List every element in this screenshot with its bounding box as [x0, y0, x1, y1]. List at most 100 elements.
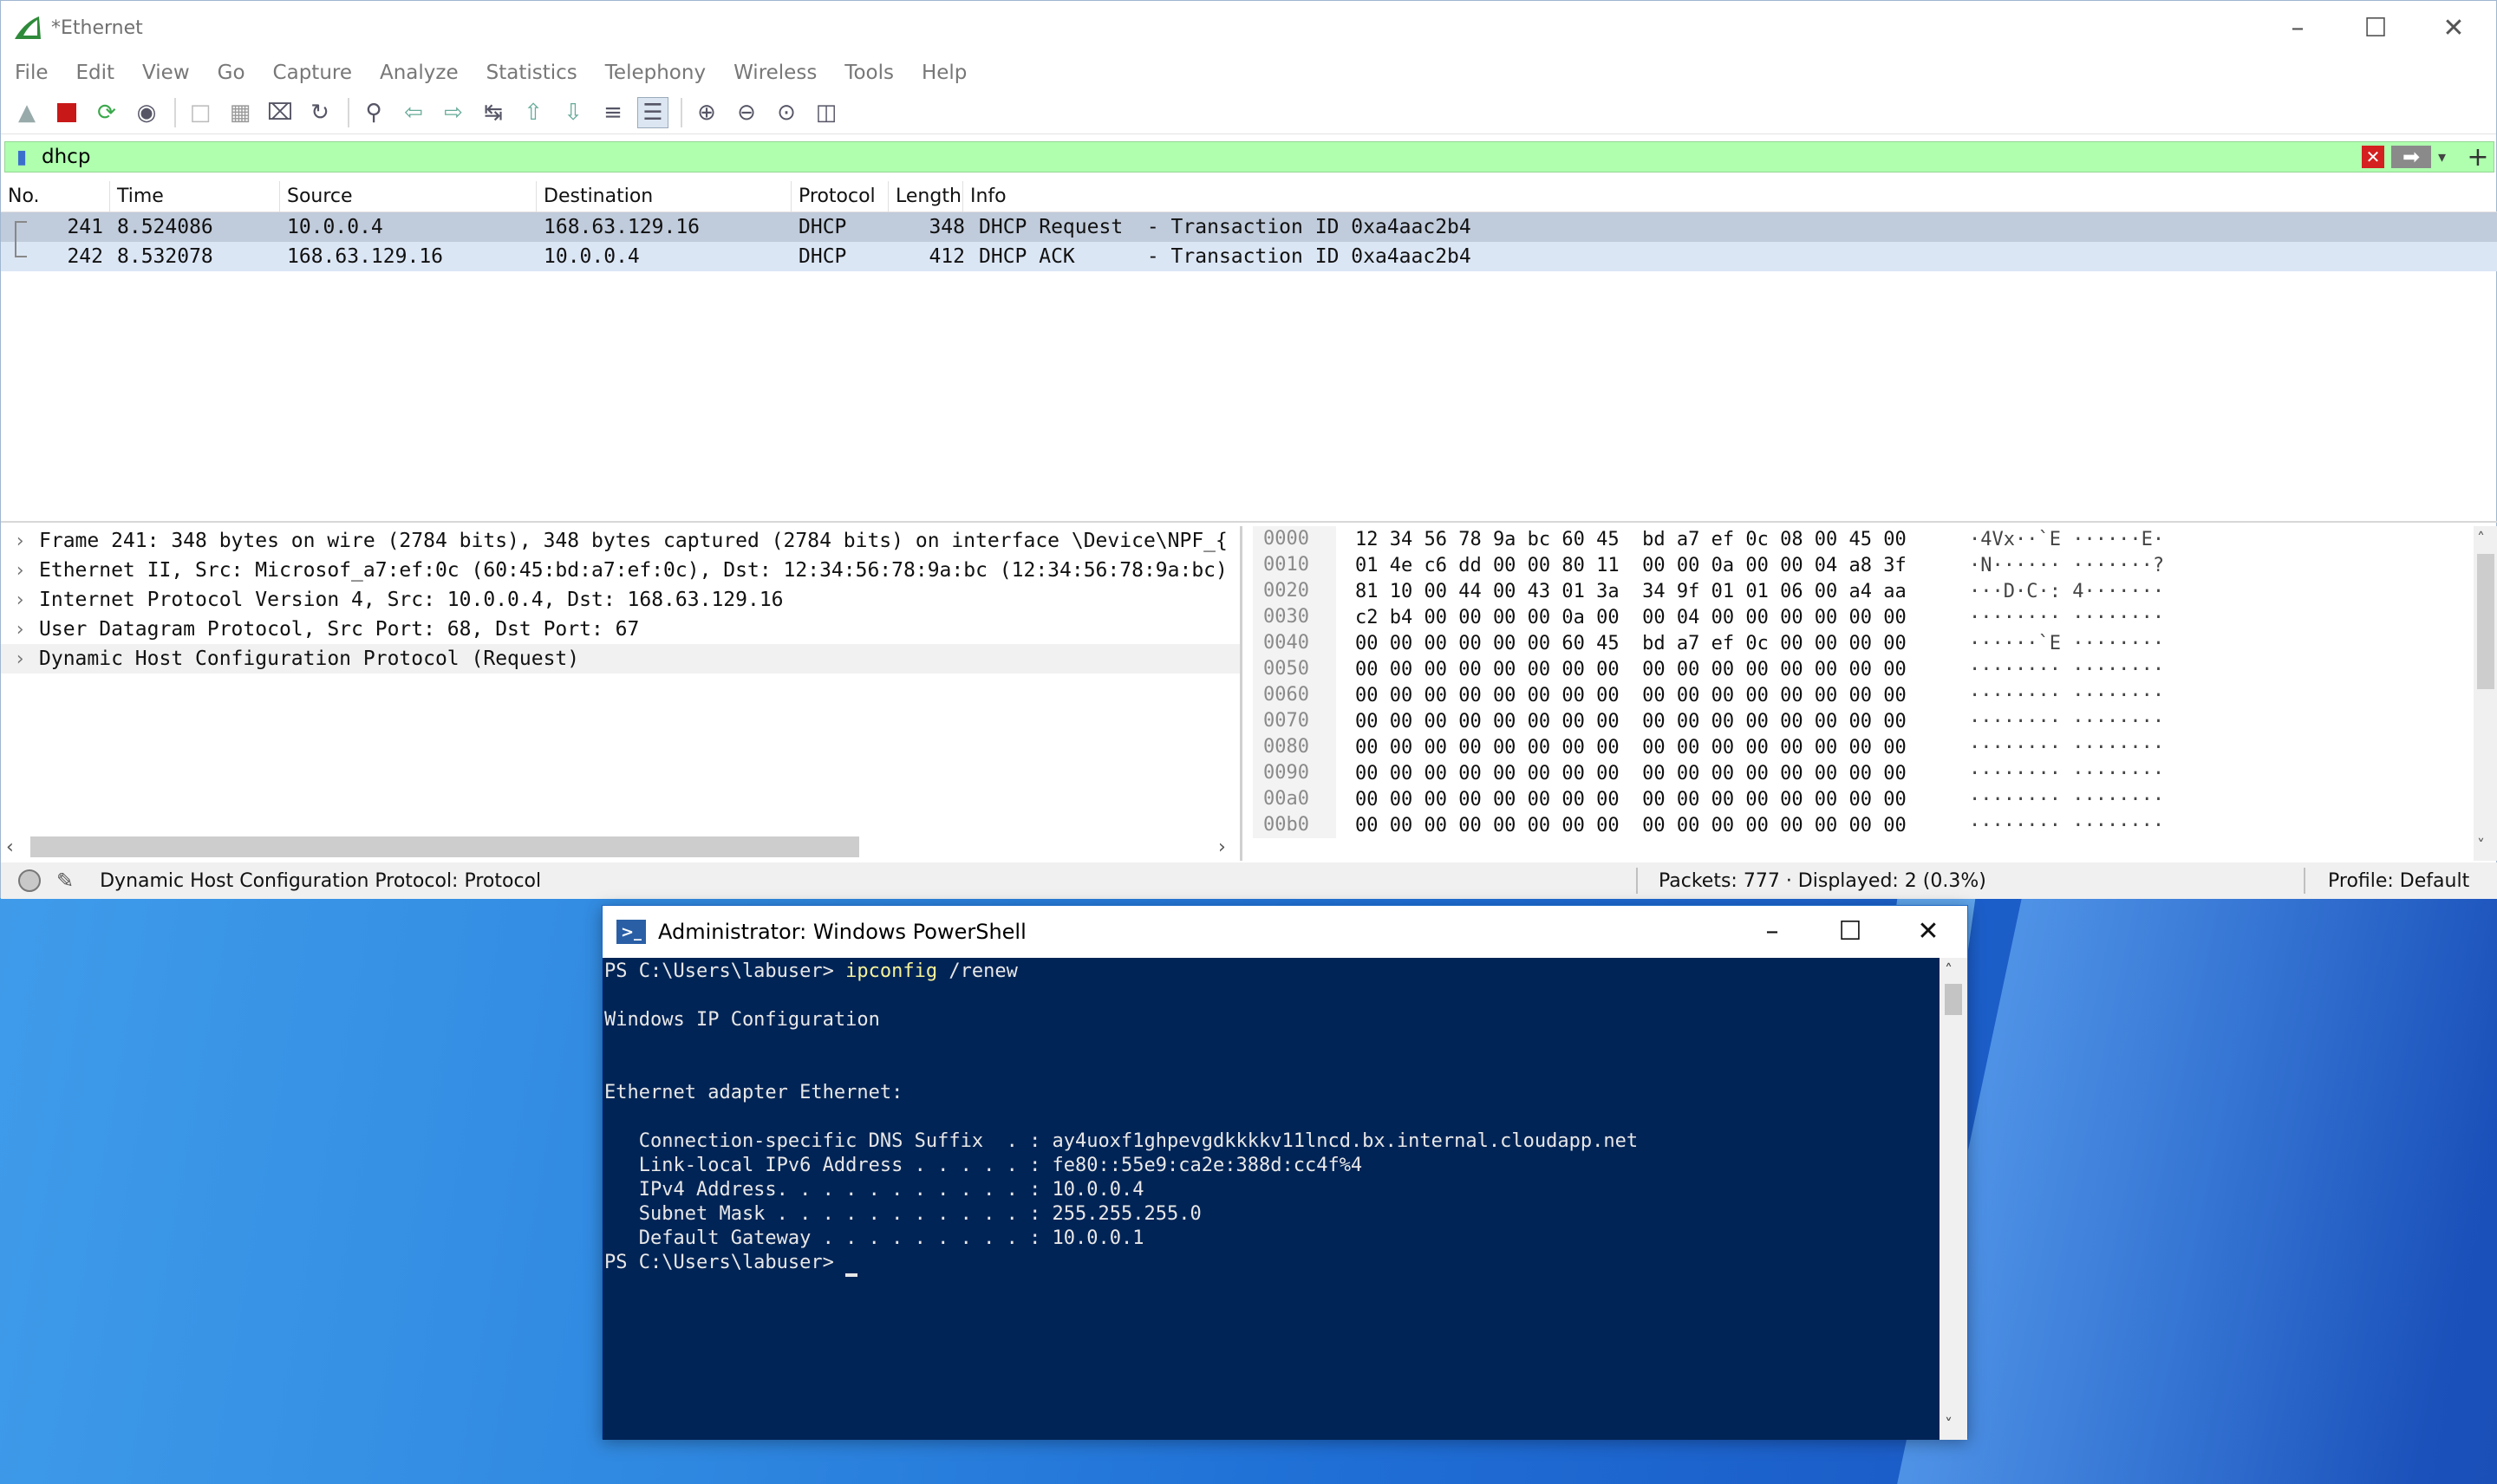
- menu-file[interactable]: File: [15, 62, 49, 84]
- byte-ascii: ········ ········: [1969, 762, 2165, 784]
- packet-info: DHCP Request - Transaction ID 0xa4aac2b4: [979, 216, 1471, 238]
- find-packet-icon[interactable]: ⚲: [358, 97, 389, 128]
- status-field-text: Dynamic Host Configuration Protocol: Pro…: [100, 869, 542, 892]
- apply-filter-icon[interactable]: ➡: [2391, 145, 2431, 169]
- scrollbar-thumb[interactable]: [2477, 554, 2494, 689]
- bytes-row[interactable]: 00a0 00 00 00 00 00 00 00 00 00 00 00 00 …: [1253, 786, 2497, 812]
- scroll-down-icon[interactable]: ˅: [1945, 1416, 1953, 1434]
- menu-statistics[interactable]: Statistics: [486, 62, 577, 84]
- capture-options-icon[interactable]: ◉: [131, 97, 162, 128]
- column-no[interactable]: No.: [1, 180, 110, 212]
- packet-row[interactable]: 242 8.532078 168.63.129.16 10.0.0.4 DHCP…: [1, 242, 2497, 271]
- maximize-button[interactable]: ☐: [1811, 911, 1889, 951]
- scroll-up-icon[interactable]: ˄: [2477, 530, 2485, 548]
- restart-capture-icon[interactable]: ⟳: [91, 97, 122, 128]
- packet-row[interactable]: 241 8.524086 10.0.0.4 168.63.129.16 DHCP…: [1, 212, 2497, 242]
- reload-file-icon[interactable]: ↻: [304, 97, 336, 128]
- scroll-right-icon[interactable]: ›: [1218, 836, 1226, 858]
- console-vertical-scrollbar[interactable]: ˄ ˅: [1940, 958, 1967, 1440]
- expand-arrow-icon[interactable]: ›: [1, 648, 39, 670]
- scroll-left-icon[interactable]: ‹: [6, 836, 14, 858]
- bookmark-icon[interactable]: ▮: [9, 144, 35, 170]
- filter-history-dropdown-icon[interactable]: ▾: [2438, 148, 2462, 166]
- minimize-button[interactable]: –: [2259, 8, 2337, 48]
- close-button[interactable]: ✕: [1889, 911, 1967, 951]
- byte-offset: 00a0: [1253, 786, 1336, 812]
- go-forward-icon[interactable]: ⇨: [438, 97, 469, 128]
- minimize-button[interactable]: –: [1733, 911, 1811, 951]
- status-profile[interactable]: Profile: Default: [2328, 870, 2469, 892]
- scrollbar-thumb[interactable]: [1945, 984, 1962, 1015]
- column-source[interactable]: Source: [280, 180, 537, 212]
- close-file-icon[interactable]: ⌧: [264, 97, 296, 128]
- bytes-row[interactable]: 0040 00 00 00 00 00 00 60 45 bd a7 ef 0c …: [1253, 630, 2497, 656]
- resize-columns-icon[interactable]: ◫: [811, 97, 842, 128]
- powershell-console[interactable]: PS C:\Users\labuser> ipconfig /renew Win…: [603, 958, 1941, 1440]
- colorize-icon[interactable]: ☰: [637, 96, 668, 128]
- menu-go[interactable]: Go: [218, 62, 245, 84]
- main-toolbar: ▲ ⟳ ◉ □ ▦ ⌧ ↻ ⚲ ⇦ ⇨ ↹ ⇧ ⇩ ≡ ☰ ⊕ ⊖ ⊙ ◫: [1, 91, 2496, 134]
- autoscroll-icon[interactable]: ≡: [597, 97, 629, 128]
- scroll-up-icon[interactable]: ˄: [1945, 961, 1953, 980]
- column-info[interactable]: Info: [963, 181, 2497, 212]
- add-filter-button-icon[interactable]: +: [2462, 142, 2494, 172]
- expand-arrow-icon[interactable]: ›: [1, 530, 39, 552]
- menu-tools[interactable]: Tools: [844, 62, 894, 84]
- scrollbar-thumb[interactable]: [30, 836, 859, 857]
- menu-view[interactable]: View: [142, 62, 190, 84]
- start-capture-icon[interactable]: ▲: [11, 97, 42, 128]
- column-protocol[interactable]: Protocol: [792, 180, 889, 212]
- menu-help[interactable]: Help: [922, 62, 967, 84]
- console-prompt: PS C:\Users\labuser>: [604, 1252, 846, 1273]
- bytes-row[interactable]: 0070 00 00 00 00 00 00 00 00 00 00 00 00 …: [1253, 708, 2497, 734]
- details-horizontal-scrollbar[interactable]: ‹ ›: [1, 835, 1240, 859]
- expand-arrow-icon[interactable]: ›: [1, 619, 39, 641]
- menu-edit[interactable]: Edit: [76, 62, 115, 84]
- detail-row-ip[interactable]: › Internet Protocol Version 4, Src: 10.0.…: [1, 585, 1240, 615]
- detail-row-udp[interactable]: › User Datagram Protocol, Src Port: 68, D…: [1, 615, 1240, 644]
- column-destination[interactable]: Destination: [537, 180, 792, 212]
- detail-row-ethernet[interactable]: › Ethernet II, Src: Microsof_a7:ef:0c (60…: [1, 556, 1240, 585]
- zoom-out-icon[interactable]: ⊖: [731, 97, 762, 128]
- expand-arrow-icon[interactable]: ›: [1, 560, 39, 582]
- bytes-row[interactable]: 0010 01 4e c6 dd 00 00 80 11 00 00 0a 00 …: [1253, 552, 2497, 578]
- expert-info-icon[interactable]: [18, 869, 41, 892]
- byte-ascii: ·N······ ·······?: [1969, 554, 2165, 576]
- menu-telephony[interactable]: Telephony: [605, 62, 706, 84]
- column-time[interactable]: Time: [110, 180, 280, 212]
- status-packets-count: Packets: 777 · Displayed: 2 (0.3%): [1659, 869, 1986, 892]
- save-file-icon[interactable]: ▦: [225, 97, 256, 128]
- bytes-row[interactable]: 0090 00 00 00 00 00 00 00 00 00 00 00 00 …: [1253, 760, 2497, 786]
- zoom-in-icon[interactable]: ⊕: [691, 97, 722, 128]
- maximize-button[interactable]: ☐: [2337, 8, 2415, 48]
- expand-arrow-icon[interactable]: ›: [1, 589, 39, 611]
- bytes-row[interactable]: 00b0 00 00 00 00 00 00 00 00 00 00 00 00 …: [1253, 812, 2497, 838]
- bytes-row[interactable]: 0060 00 00 00 00 00 00 00 00 00 00 00 00 …: [1253, 682, 2497, 708]
- go-back-icon[interactable]: ⇦: [398, 97, 429, 128]
- bytes-row[interactable]: 0050 00 00 00 00 00 00 00 00 00 00 00 00 …: [1253, 656, 2497, 682]
- bytes-row[interactable]: 0000 12 34 56 78 9a bc 60 45 bd a7 ef 0c …: [1253, 526, 2497, 552]
- detail-row-frame[interactable]: › Frame 241: 348 bytes on wire (2784 bits…: [1, 526, 1240, 556]
- bytes-row[interactable]: 0030 c2 b4 00 00 00 00 0a 00 00 04 00 00 …: [1253, 604, 2497, 630]
- menu-wireless[interactable]: Wireless: [733, 62, 817, 84]
- bytes-row[interactable]: 0020 81 10 00 44 00 43 01 3a 34 9f 01 01 …: [1253, 578, 2497, 604]
- display-filter-input[interactable]: [35, 146, 2362, 168]
- detail-row-dhcp[interactable]: › Dynamic Host Configuration Protocol (Re…: [1, 644, 1240, 674]
- console-line: Windows IP Configuration: [604, 1009, 880, 1031]
- clear-filter-icon[interactable]: ✕: [2362, 146, 2384, 168]
- zoom-reset-icon[interactable]: ⊙: [771, 97, 802, 128]
- stop-capture-icon[interactable]: [51, 97, 82, 128]
- go-first-packet-icon[interactable]: ⇧: [518, 97, 549, 128]
- open-file-icon[interactable]: □: [185, 97, 216, 128]
- menu-analyze[interactable]: Analyze: [380, 62, 459, 84]
- scroll-down-icon[interactable]: ˅: [2477, 836, 2485, 855]
- go-to-packet-icon[interactable]: ↹: [478, 97, 509, 128]
- menu-capture[interactable]: Capture: [273, 62, 352, 84]
- bytes-vertical-scrollbar[interactable]: ˄ ˅: [2474, 526, 2497, 861]
- toolbar-divider: [174, 97, 176, 127]
- column-length[interactable]: Length: [889, 180, 963, 212]
- edit-comment-icon[interactable]: ✎: [56, 869, 74, 893]
- close-button[interactable]: ✕: [2415, 8, 2493, 48]
- bytes-row[interactable]: 0080 00 00 00 00 00 00 00 00 00 00 00 00 …: [1253, 734, 2497, 760]
- go-last-packet-icon[interactable]: ⇩: [557, 97, 589, 128]
